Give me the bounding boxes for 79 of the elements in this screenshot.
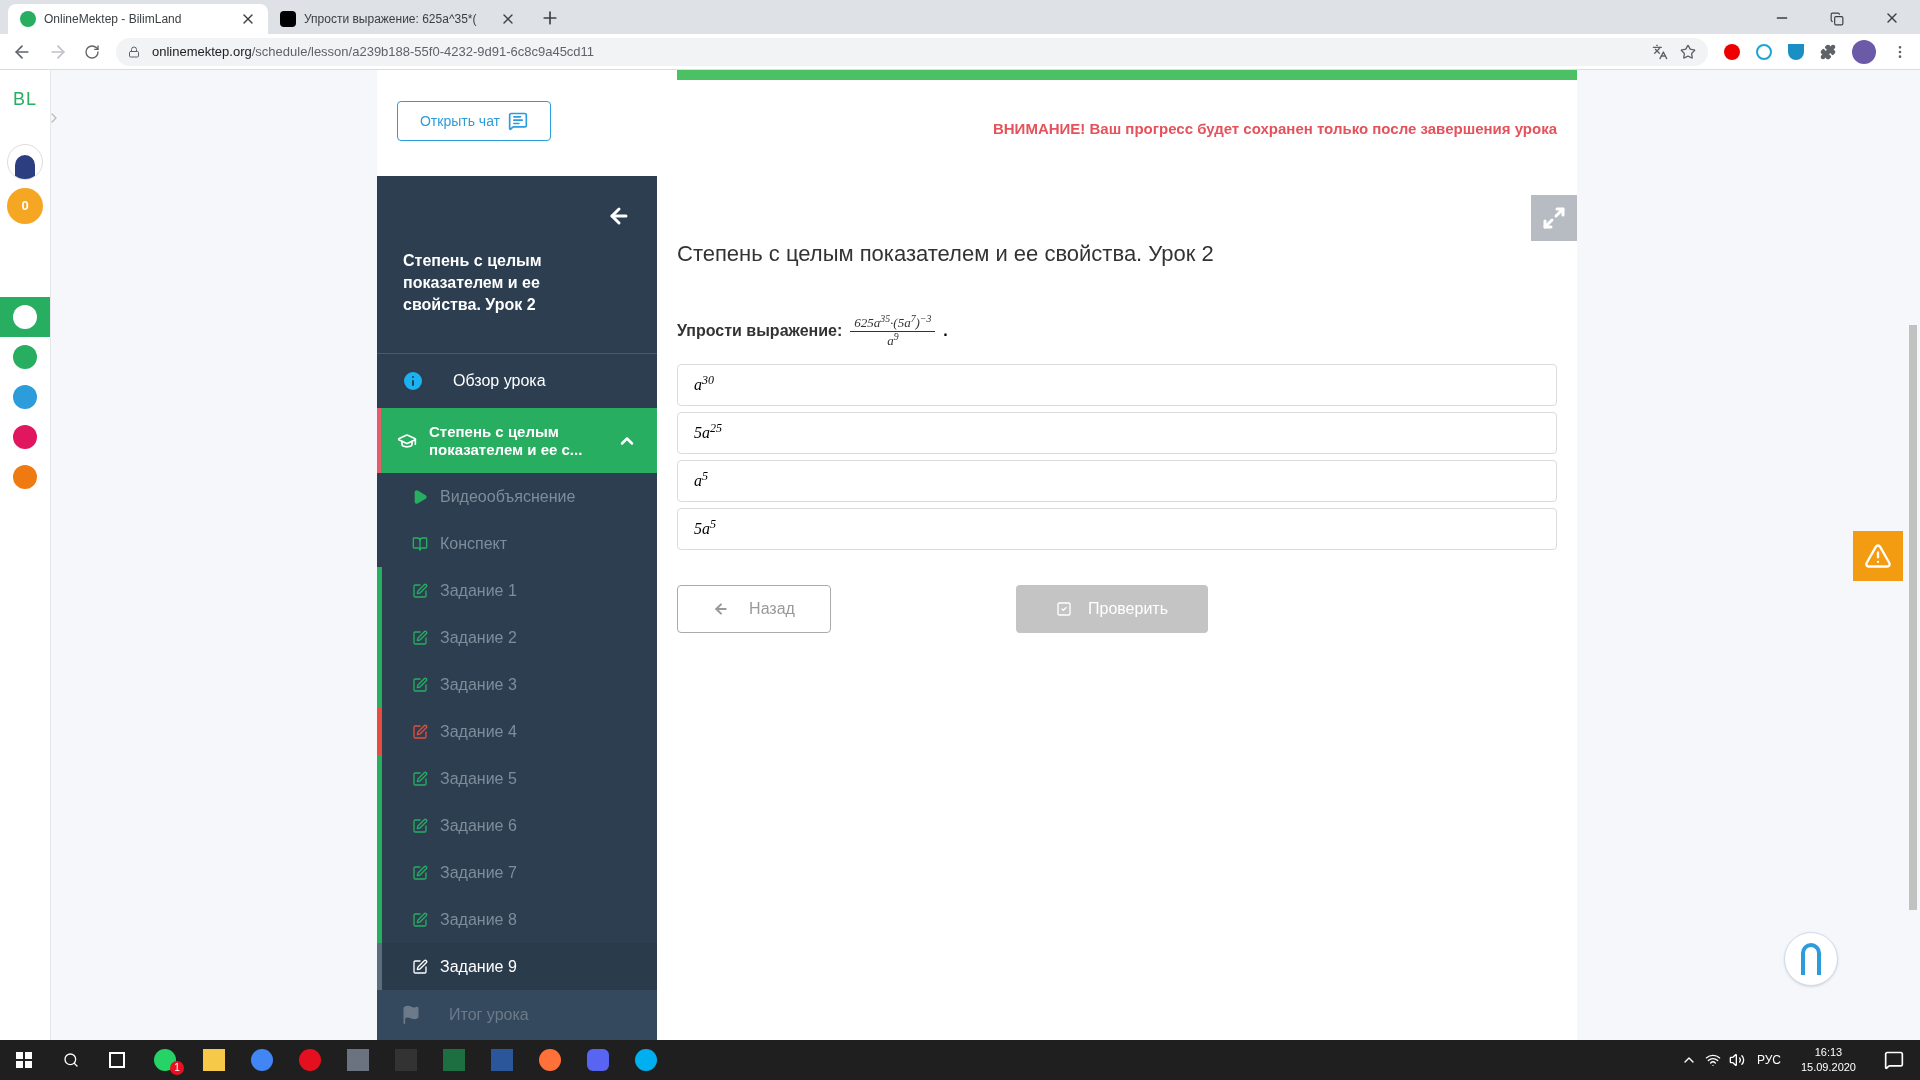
edit-icon: [412, 629, 428, 646]
section-item[interactable]: Степень с целым показателем и ее с...: [377, 408, 657, 473]
answer-option[interactable]: a$^{5}$: [677, 459, 1557, 502]
edit-icon: [412, 770, 428, 787]
edit-icon: [412, 582, 428, 599]
page-title: Степень с целым показателем и ее свойства. Урок 2: [677, 239, 1215, 268]
language-indicator[interactable]: РУС: [1756, 1051, 1781, 1069]
warning-text: ВНИМАНИЕ! Ваш прогресс будет сохранен только после завершения урока: [992, 119, 1557, 139]
overview-item[interactable]: Обзор урока: [377, 354, 657, 408]
address-bar[interactable]: onlinemektep.org/schedule/lesson/a239b188-55f0-4232-9d91-6c8c9a45cd11: [116, 37, 1708, 66]
warning-icon: [1864, 542, 1892, 570]
help-bubble[interactable]: [1784, 932, 1838, 986]
app-icon[interactable]: [635, 1049, 657, 1071]
period-text: .: [943, 321, 948, 341]
app-icon[interactable]: [539, 1049, 561, 1071]
clock-time[interactable]: 16:13: [1814, 1045, 1843, 1060]
step-label: Задание 3: [440, 674, 517, 695]
answer-option[interactable]: 5a$^{25}$: [677, 411, 1557, 454]
open-chat-button[interactable]: Открыть чат: [397, 101, 551, 141]
tab-title: OnlineMektep - BilimLand: [44, 11, 183, 28]
lesson-title: Степень с целым показателем и ее свойства. Урок 2: [403, 251, 543, 315]
step-label: Видеообъяснение: [440, 486, 576, 507]
step-label: Конспект: [440, 533, 508, 554]
profile-avatar[interactable]: [1852, 39, 1876, 64]
step-label: Задание 2: [440, 627, 517, 648]
edit-icon: [412, 676, 428, 693]
flag-icon: [401, 1005, 421, 1025]
expand-icon: [1542, 205, 1566, 230]
checkbox-icon: [1056, 600, 1072, 617]
question-label: Упрости выражение:: [677, 321, 843, 341]
restore-icon[interactable]: [1830, 12, 1844, 26]
edit-icon: [412, 911, 428, 928]
step-label: Задание 7: [440, 862, 517, 883]
network-icon[interactable]: [1704, 1052, 1721, 1068]
task-view-icon[interactable]: [109, 1052, 125, 1068]
reload-icon[interactable]: [84, 43, 100, 60]
browser-tab[interactable]: OnlineMektep - BilimLand: [8, 4, 268, 34]
clock-date[interactable]: 15.09.2020: [1800, 1060, 1856, 1075]
answer-option[interactable]: a$^{30}$: [677, 363, 1557, 406]
app-icon[interactable]: [299, 1049, 321, 1071]
back-button[interactable]: Назад: [677, 584, 831, 633]
book-icon: [412, 535, 428, 552]
edit-icon: [412, 864, 428, 881]
notifications-icon[interactable]: [1884, 1050, 1904, 1070]
favicon-icon: [280, 11, 296, 27]
step-label: Задание 1: [440, 580, 517, 601]
formula: 625a$^{35}$·(5a$^{7}$)$^{−3}$ a$^{9}$: [850, 313, 936, 349]
step-label: Задание 4: [440, 721, 517, 742]
step-label: Задание 5: [440, 768, 517, 789]
favicon-icon: [20, 11, 36, 27]
step-label: Задание 6: [440, 815, 517, 836]
url-text: onlinemektep.org/schedule/lesson/a239b188-55f0-4232-9d91-6c8c9a45cd11: [152, 42, 596, 61]
play-icon: [412, 488, 428, 505]
search-icon[interactable]: [63, 1052, 79, 1068]
app-icon[interactable]: [587, 1049, 609, 1071]
shield-icon[interactable]: [1788, 43, 1804, 60]
chat-icon: [508, 111, 529, 131]
browser-tab[interactable]: Упрости выражение: 625a^35*(: [268, 4, 528, 34]
answer-option[interactable]: 5a$^{5}$: [677, 507, 1557, 550]
notification-badge: 1: [170, 1061, 184, 1075]
star-icon[interactable]: [1680, 43, 1696, 60]
edit-icon: [412, 958, 428, 975]
extensions-icon[interactable]: [1820, 43, 1836, 60]
info-icon: [401, 369, 425, 393]
tab-title: Упрости выражение: 625a^35*(: [304, 11, 478, 28]
translate-icon[interactable]: [1652, 43, 1668, 60]
logo[interactable]: BL: [13, 90, 37, 108]
scrollbar[interactable]: [1909, 325, 1917, 910]
lock-icon: [128, 45, 140, 58]
volume-icon[interactable]: [1728, 1052, 1745, 1068]
whatsapp-app-icon[interactable]: [154, 1049, 176, 1071]
edit-icon: [412, 723, 428, 740]
app-icon[interactable]: [251, 1049, 273, 1071]
app-link[interactable]: [0, 297, 50, 337]
lesson-step-item[interactable]: Задание 9: [377, 943, 657, 990]
step-label: Задание 8: [440, 909, 517, 930]
edit-icon: [412, 817, 428, 834]
step-label: Задание 9: [440, 956, 517, 977]
coin-badge[interactable]: 0: [7, 188, 43, 224]
